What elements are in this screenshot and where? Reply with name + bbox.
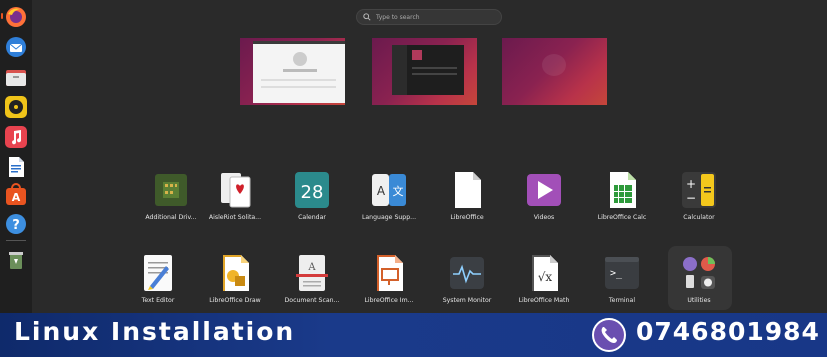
thunderbird-icon[interactable] [4, 35, 28, 59]
app-label: LibreOffice Draw [209, 297, 261, 304]
svg-text:A: A [307, 262, 316, 273]
promo-banner: Linux Installation 0746801984 [0, 313, 827, 357]
terminal-icon: >_ [604, 254, 640, 292]
math-icon: √x [526, 254, 562, 292]
language-icon: A文 [371, 171, 407, 209]
draw-icon [217, 254, 253, 292]
system-monitor-icon [449, 254, 485, 292]
search-input[interactable] [376, 13, 486, 21]
workspace-thumbnail-1[interactable] [240, 38, 345, 105]
videos-icon [526, 171, 562, 209]
math-glyph: √x [538, 270, 553, 284]
app-libreoffice-math[interactable]: √x LibreOffice Math [504, 254, 584, 310]
app-system-monitor[interactable]: System Monitor [427, 254, 507, 310]
app-calculator[interactable]: + − Calculator [659, 171, 739, 227]
text-editor-icon [140, 254, 176, 292]
dock: A ? [0, 0, 32, 313]
app-label: LibreOffice [450, 214, 484, 221]
viber-phone-icon [592, 318, 626, 352]
search-bar[interactable] [356, 9, 502, 25]
libreoffice-icon [449, 171, 485, 209]
app-label: Utilities [687, 297, 711, 304]
calculator-icon: + − [681, 171, 717, 209]
app-label: System Monitor [442, 297, 492, 304]
app-label: AisleRiot Solita... [208, 214, 262, 221]
app-terminal[interactable]: >_ Terminal [582, 254, 662, 310]
impress-icon [371, 254, 407, 292]
writer-icon[interactable] [4, 155, 28, 179]
app-utilities-folder[interactable]: Utilities [659, 254, 739, 310]
app-label: LibreOffice Math [518, 297, 570, 304]
app-label: Terminal [608, 297, 636, 304]
app-label: LibreOffice Im... [364, 297, 414, 304]
svg-text:−: − [686, 191, 696, 205]
firefox-icon[interactable] [4, 5, 28, 29]
search-icon [363, 13, 371, 21]
app-libreoffice-calc[interactable]: LibreOffice Calc [582, 171, 662, 227]
svg-text:?: ? [12, 218, 20, 233]
phone-number: 0746801984 [636, 317, 820, 346]
app-document-scanner[interactable]: A Document Scan... [272, 254, 352, 310]
cards-icon [217, 171, 253, 209]
app-libreoffice[interactable]: LibreOffice [427, 171, 507, 227]
help-icon[interactable]: ? [4, 212, 28, 236]
dock-separator [6, 240, 26, 241]
app-label: Calendar [298, 214, 326, 221]
language-glyph-a: A [377, 184, 386, 198]
app-aisleriot[interactable]: AisleRiot Solita... [195, 171, 275, 227]
software-icon[interactable]: A [4, 183, 28, 207]
calc-icon [604, 171, 640, 209]
terminal-prompt: >_ [610, 268, 623, 279]
svg-text:A: A [12, 191, 21, 204]
app-label: Language Supp... [361, 214, 417, 221]
workspace-thumbnail-3[interactable] [502, 38, 607, 105]
language-glyph-b: 文 [393, 184, 404, 198]
app-videos[interactable]: Videos [504, 171, 584, 227]
app-libreoffice-draw[interactable]: LibreOffice Draw [195, 254, 275, 310]
app-text-editor[interactable]: Text Editor [118, 254, 198, 310]
active-indicator [1, 13, 3, 19]
calendar-day: 28 [301, 182, 324, 203]
workspace-thumbnail-2[interactable] [372, 38, 477, 105]
svg-text:+: + [686, 177, 696, 191]
chip-icon [153, 171, 189, 209]
music-icon[interactable] [4, 125, 28, 149]
trash-icon[interactable] [4, 248, 28, 272]
files-icon[interactable] [4, 65, 28, 89]
app-label: Document Scan... [284, 297, 340, 304]
app-label: LibreOffice Calc [597, 214, 647, 221]
app-language-support[interactable]: A文 Language Supp... [349, 171, 429, 227]
app-calendar[interactable]: 28 Calendar [272, 171, 352, 227]
app-label: Videos [533, 214, 555, 221]
rhythmbox-icon[interactable] [4, 95, 28, 119]
scanner-icon: A [294, 254, 330, 292]
banner-title: Linux Installation [14, 317, 296, 346]
utilities-folder-icon [681, 254, 717, 292]
app-libreoffice-impress[interactable]: LibreOffice Im... [349, 254, 429, 310]
app-label: Calculator [683, 214, 715, 221]
calendar-icon: 28 [294, 171, 330, 209]
app-label: Text Editor [141, 297, 175, 304]
